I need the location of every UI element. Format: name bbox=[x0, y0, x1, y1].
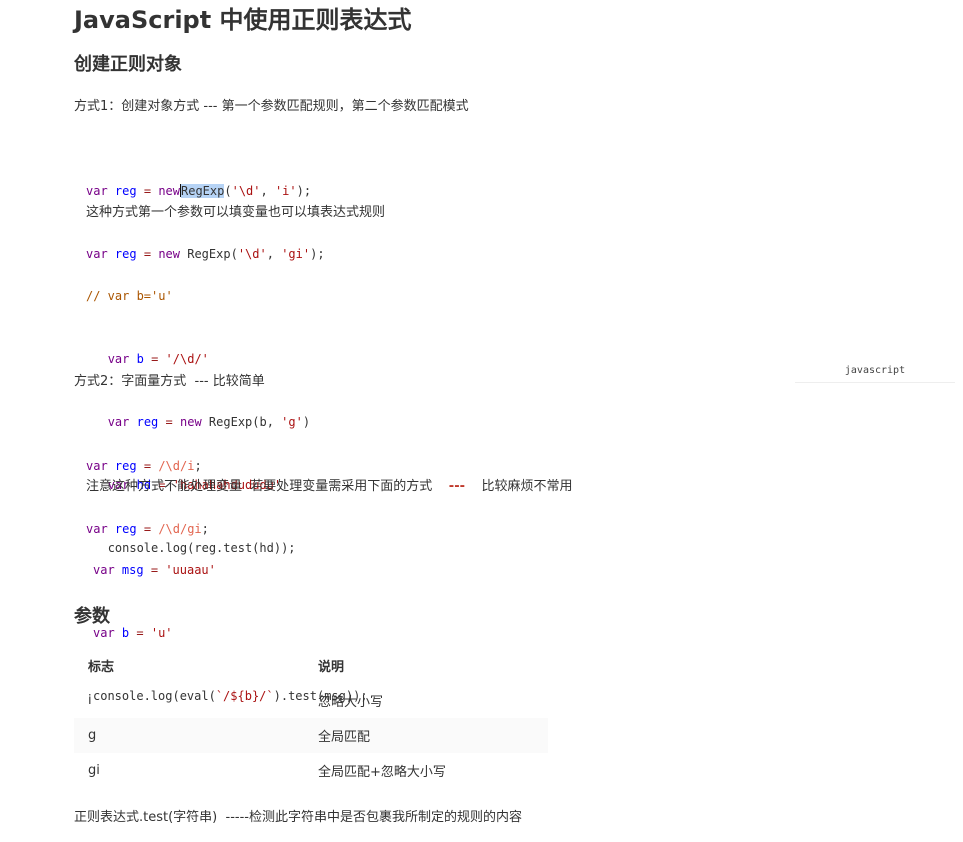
note-variable-or-expression: 这种方式第一个参数可以填变量也可以填表达式规则 bbox=[86, 205, 386, 220]
selected-text: RegExp bbox=[181, 184, 225, 198]
code-language-label[interactable]: javascript bbox=[795, 362, 955, 383]
code-line: var b = '/\d/' bbox=[107, 352, 209, 366]
table-cell-flag: g bbox=[74, 718, 304, 753]
code-line: var reg = /\d/i; bbox=[86, 459, 202, 473]
flags-table: 标志 说明 i 忽略大小写 g 全局匹配 gi 全局匹配+忽略大小写 bbox=[74, 648, 548, 788]
table-header-description: 说明 bbox=[318, 660, 345, 675]
method2-description: 方式2：字面量方式 --- 比较简单 bbox=[74, 374, 265, 389]
code-line: var b = 'u' bbox=[93, 626, 173, 640]
section-heading-params: 参数 bbox=[74, 606, 110, 627]
table-row: gi 全局匹配+忽略大小写 bbox=[74, 753, 548, 788]
method1-description: 方式1：创建对象方式 --- 第一个参数匹配规则，第二个参数匹配模式 bbox=[74, 99, 469, 114]
table-cell-description: 全局匹配 bbox=[304, 718, 548, 753]
table-row: g 全局匹配 bbox=[74, 718, 548, 753]
table-row: i 忽略大小写 bbox=[74, 683, 548, 718]
section-heading-create-regex: 创建正则对象 bbox=[74, 54, 182, 75]
table-cell-flag: gi bbox=[88, 763, 100, 778]
code-line: var msg = 'uuaau' bbox=[93, 563, 216, 577]
table-cell-description: 忽略大小写 bbox=[318, 695, 384, 710]
table-header-row: 标志 说明 bbox=[74, 648, 548, 683]
page-title: JavaScript 中使用正则表达式 bbox=[74, 6, 412, 34]
code-comment: // var b='u' bbox=[86, 289, 173, 303]
table-header-flag: 标志 bbox=[88, 660, 115, 675]
test-method-description: 正则表达式.test(字符串) -----检测此字符串中是否包裹我所制定的规则的… bbox=[74, 810, 522, 825]
code-line: var reg = newRegExp('\d', 'i'); bbox=[86, 184, 312, 198]
table-cell-description: 全局匹配+忽略大小写 bbox=[318, 765, 446, 780]
table-cell-flag: i bbox=[88, 693, 92, 708]
note-literal-limitation: 注意这种方式不能处理变量 若要处理变量需采用下面的方式 --- 比较麻烦不常用 bbox=[86, 479, 573, 494]
